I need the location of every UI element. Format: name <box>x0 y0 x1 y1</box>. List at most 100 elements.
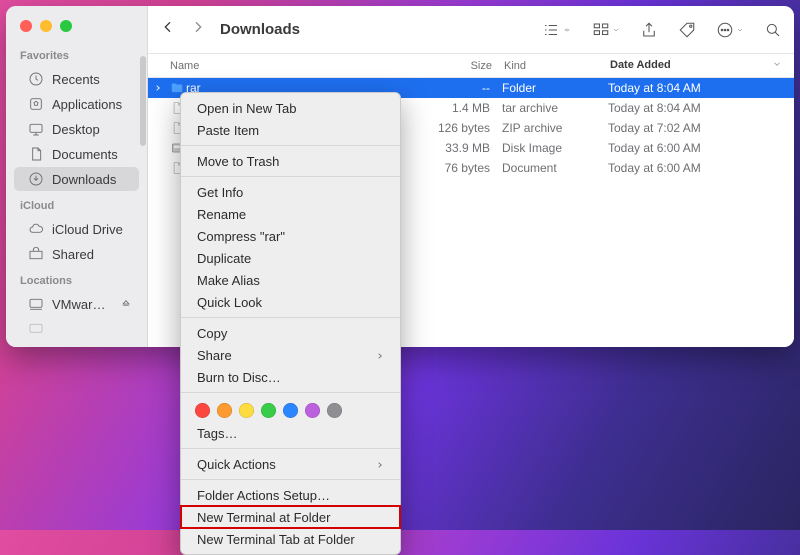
menu-open-new-tab[interactable]: Open in New Tab <box>181 97 400 119</box>
menu-copy[interactable]: Copy <box>181 322 400 344</box>
shared-icon <box>28 246 44 262</box>
sidebar-item-label: Documents <box>52 147 118 162</box>
forward-button[interactable] <box>190 19 206 40</box>
menu-get-info[interactable]: Get Info <box>181 181 400 203</box>
sidebar-section-favorites: Favorites <box>6 42 147 66</box>
file-kind: Disk Image <box>502 141 608 155</box>
display-icon <box>28 296 44 312</box>
downloads-icon <box>28 171 44 187</box>
sidebar-item-documents[interactable]: Documents <box>14 142 139 166</box>
nav-buttons <box>160 19 206 40</box>
sidebar-section-icloud: iCloud <box>6 192 147 216</box>
column-kind[interactable]: Kind <box>504 60 610 72</box>
column-name[interactable]: Name <box>170 60 416 72</box>
view-mode-button[interactable] <box>542 21 572 39</box>
tag-color-dot[interactable] <box>217 403 232 418</box>
menu-quick-actions[interactable]: Quick Actions <box>181 453 400 475</box>
menu-duplicate[interactable]: Duplicate <box>181 247 400 269</box>
disclosure-triangle-icon[interactable] <box>154 81 168 95</box>
menu-new-terminal-at-folder[interactable]: New Terminal at Folder <box>181 506 400 528</box>
sidebar-item-shared[interactable]: Shared <box>14 242 139 266</box>
file-size: 76 bytes <box>414 161 502 175</box>
tag-color-dot[interactable] <box>327 403 342 418</box>
eject-icon[interactable] <box>121 297 131 312</box>
file-size: 126 bytes <box>414 121 502 135</box>
file-size: 1.4 MB <box>414 101 502 115</box>
sidebar-scrollbar[interactable] <box>140 56 146 146</box>
menu-paste-item[interactable]: Paste Item <box>181 119 400 141</box>
file-date: Today at 8:04 AM <box>608 101 794 115</box>
tag-color-dot[interactable] <box>239 403 254 418</box>
cloud-icon <box>28 221 44 237</box>
sidebar-item-downloads[interactable]: Downloads <box>14 167 139 191</box>
applications-icon <box>28 96 44 112</box>
menu-separator <box>181 479 400 480</box>
menu-quick-look[interactable]: Quick Look <box>181 291 400 313</box>
column-date-added[interactable]: Date Added <box>610 59 794 72</box>
group-button[interactable] <box>592 21 620 39</box>
submenu-arrow-icon <box>376 348 384 363</box>
sidebar-item-desktop[interactable]: Desktop <box>14 117 139 141</box>
menu-separator <box>181 392 400 393</box>
file-size: 33.9 MB <box>414 141 502 155</box>
close-window-button[interactable] <box>20 20 32 32</box>
documents-icon <box>28 146 44 162</box>
tag-color-dot[interactable] <box>305 403 320 418</box>
menu-rename[interactable]: Rename <box>181 203 400 225</box>
menu-separator <box>181 448 400 449</box>
tag-color-dot[interactable] <box>283 403 298 418</box>
menu-new-terminal-tab-at-folder[interactable]: New Terminal Tab at Folder <box>181 528 400 550</box>
clock-icon <box>28 71 44 87</box>
column-headers[interactable]: Name Size Kind Date Added <box>148 54 794 78</box>
sidebar-item-applications[interactable]: Applications <box>14 92 139 116</box>
sidebar-item-label: iCloud Drive <box>52 222 123 237</box>
menu-make-alias[interactable]: Make Alias <box>181 269 400 291</box>
sidebar-item-truncated[interactable] <box>14 317 139 341</box>
sidebar-item-label: Desktop <box>52 122 100 137</box>
maximize-window-button[interactable] <box>60 20 72 32</box>
menu-separator <box>181 145 400 146</box>
file-date: Today at 6:00 AM <box>608 161 794 175</box>
back-button[interactable] <box>160 19 176 40</box>
sort-chevron-icon <box>772 59 782 72</box>
menu-move-to-trash[interactable]: Move to Trash <box>181 150 400 172</box>
share-button[interactable] <box>640 21 658 39</box>
menu-compress[interactable]: Compress "rar" <box>181 225 400 247</box>
sidebar-item-label: Downloads <box>52 172 116 187</box>
menu-separator <box>181 317 400 318</box>
sidebar-item-vmware[interactable]: VMwar… <box>14 292 139 316</box>
file-size: -- <box>414 81 502 95</box>
sidebar-item-recents[interactable]: Recents <box>14 67 139 91</box>
sidebar-item-label: VMwar… <box>52 297 105 312</box>
tag-color-dot[interactable] <box>195 403 210 418</box>
submenu-arrow-icon <box>376 457 384 472</box>
menu-tag-colors[interactable] <box>181 397 400 422</box>
desktop-icon <box>28 121 44 137</box>
file-kind: Folder <box>502 81 608 95</box>
column-size[interactable]: Size <box>416 60 504 72</box>
toolbar: Downloads <box>148 6 794 54</box>
file-kind: tar archive <box>502 101 608 115</box>
menu-burn-to-disc[interactable]: Burn to Disc… <box>181 366 400 388</box>
window-controls <box>6 14 147 42</box>
file-date: Today at 7:02 AM <box>608 121 794 135</box>
tags-button[interactable] <box>678 21 696 39</box>
file-date: Today at 6:00 AM <box>608 141 794 155</box>
minimize-window-button[interactable] <box>40 20 52 32</box>
more-button[interactable] <box>716 21 744 39</box>
sidebar-item-label: Applications <box>52 97 122 112</box>
menu-share[interactable]: Share <box>181 344 400 366</box>
display-icon <box>28 321 44 337</box>
menu-separator <box>181 176 400 177</box>
tag-color-dot[interactable] <box>261 403 276 418</box>
window-title: Downloads <box>220 21 300 38</box>
file-kind: ZIP archive <box>502 121 608 135</box>
sidebar: Favorites Recents Applications Desktop D… <box>6 6 148 347</box>
sidebar-item-icloud-drive[interactable]: iCloud Drive <box>14 217 139 241</box>
toolbar-actions <box>542 21 782 39</box>
menu-tags[interactable]: Tags… <box>181 422 400 444</box>
search-button[interactable] <box>764 21 782 39</box>
file-kind: Document <box>502 161 608 175</box>
file-date: Today at 8:04 AM <box>608 81 794 95</box>
menu-folder-actions-setup[interactable]: Folder Actions Setup… <box>181 484 400 506</box>
